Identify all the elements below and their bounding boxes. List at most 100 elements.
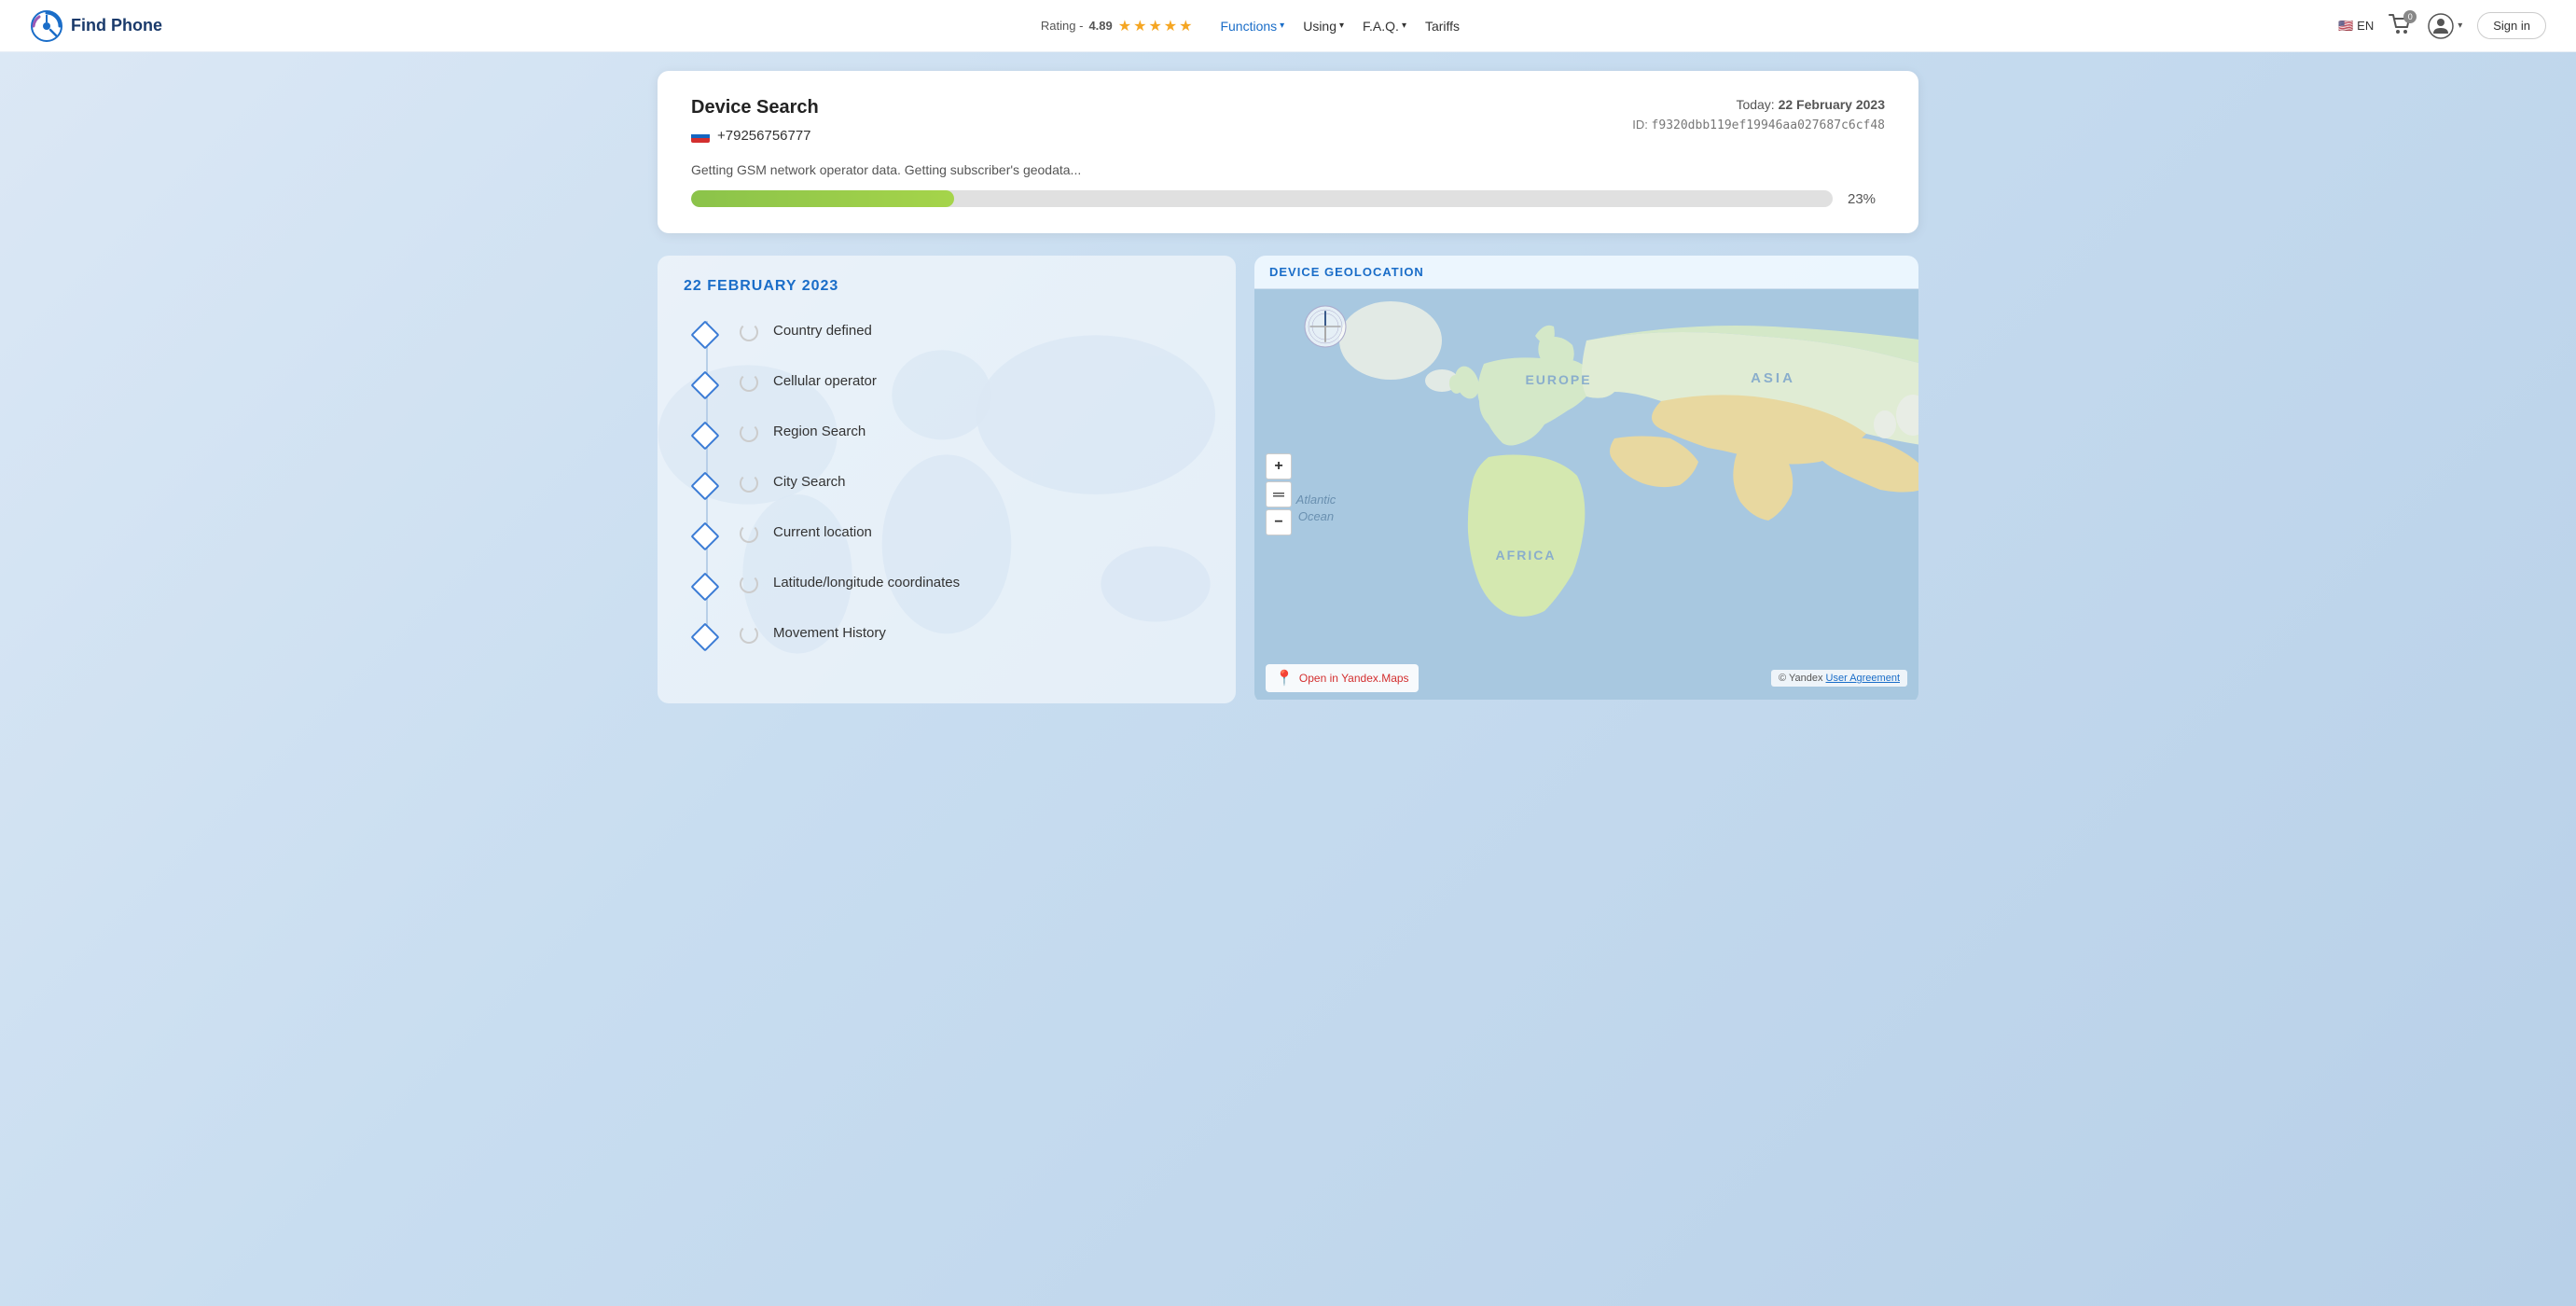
sign-in-button[interactable]: Sign in bbox=[2477, 12, 2546, 39]
copyright-text: © Yandex bbox=[1779, 673, 1822, 684]
map-svg: Atlantic Ocean EUROPE ASIA AFRICA bbox=[1254, 289, 1918, 700]
timeline-diamond-icon bbox=[690, 572, 719, 601]
svg-text:AFRICA: AFRICA bbox=[1496, 548, 1557, 563]
svg-text:Ocean: Ocean bbox=[1298, 509, 1334, 523]
phone-flag-icon bbox=[691, 130, 710, 143]
search-card: Device Search +79256756777 Today: 22 bbox=[658, 71, 1918, 233]
timeline-label: Current location bbox=[773, 522, 872, 540]
header-right: 🇺🇸 EN 0 ▾ Sign in bbox=[2338, 12, 2546, 39]
timeline-diamond-icon bbox=[690, 622, 719, 651]
account-arrow: ▾ bbox=[2458, 21, 2462, 31]
list-item: Region Search bbox=[740, 422, 1210, 442]
map-copyright: © Yandex User Agreement bbox=[1771, 670, 1907, 687]
map-controls: + − bbox=[1266, 453, 1292, 535]
rating-value: 4.89 bbox=[1088, 19, 1112, 33]
zoom-out-button[interactable]: − bbox=[1266, 509, 1292, 535]
timeline-diamond-icon bbox=[690, 471, 719, 500]
search-card-header: Device Search +79256756777 Today: 22 bbox=[691, 97, 1885, 144]
progress-bar-background bbox=[691, 190, 1833, 207]
main-header: Find Phone Rating - 4.89 ★★★★★ Functions… bbox=[0, 0, 2576, 52]
spinner-icon bbox=[740, 373, 758, 392]
list-item: Cellular operator bbox=[740, 371, 1210, 392]
spinner-icon bbox=[740, 524, 758, 543]
zoom-scale-button[interactable] bbox=[1266, 481, 1292, 507]
timeline-label: Region Search bbox=[773, 422, 866, 439]
timeline-diamond-icon bbox=[690, 421, 719, 450]
list-item: City Search bbox=[740, 472, 1210, 493]
spinner-icon bbox=[740, 323, 758, 341]
list-item: Country defined bbox=[740, 321, 1210, 341]
timeline-date-heading: 22 FEBRUARY 2023 bbox=[684, 278, 1210, 295]
stars: ★★★★★ bbox=[1118, 17, 1195, 35]
logo-text: Find Phone bbox=[71, 16, 162, 35]
timeline-diamond-icon bbox=[690, 320, 719, 349]
cart-badge: 0 bbox=[2403, 10, 2417, 23]
timeline-diamond-icon bbox=[690, 370, 719, 399]
phone-number: +79256756777 bbox=[717, 128, 811, 144]
nav-functions-label: Functions bbox=[1220, 19, 1277, 34]
open-yandex-maps-button[interactable]: 📍 Open in Yandex.Maps bbox=[1266, 664, 1419, 692]
search-card-right: Today: 22 February 2023 ID: f9320dbb119e… bbox=[1632, 97, 1885, 132]
account-button[interactable]: ▾ bbox=[2428, 13, 2462, 39]
bottom-section: 22 FEBRUARY 2023 Country defined Cellula… bbox=[658, 256, 1918, 703]
nav-faq-arrow: ▾ bbox=[1402, 21, 1406, 31]
nav-functions-arrow: ▾ bbox=[1280, 21, 1284, 31]
date-line: Today: 22 February 2023 bbox=[1632, 97, 1885, 112]
timeline-label: Movement History bbox=[773, 623, 886, 641]
svg-text:EUROPE: EUROPE bbox=[1525, 372, 1591, 387]
nav-functions[interactable]: Functions ▾ bbox=[1220, 19, 1284, 34]
rating-label: Rating - bbox=[1041, 19, 1084, 33]
flag-icon: 🇺🇸 bbox=[2338, 19, 2353, 34]
account-icon bbox=[2428, 13, 2454, 39]
nav-using[interactable]: Using ▾ bbox=[1303, 19, 1344, 34]
timeline-label: Cellular operator bbox=[773, 371, 877, 389]
search-card-left: Device Search +79256756777 bbox=[691, 97, 819, 144]
language-selector[interactable]: 🇺🇸 EN bbox=[2338, 19, 2374, 34]
logo[interactable]: Find Phone bbox=[30, 9, 162, 43]
spinner-icon bbox=[740, 474, 758, 493]
status-text: Getting GSM network operator data. Getti… bbox=[691, 162, 1885, 177]
main-content: Device Search +79256756777 Today: 22 bbox=[635, 52, 1941, 722]
nav-faq[interactable]: F.A.Q. ▾ bbox=[1363, 19, 1406, 34]
date-label: Today: bbox=[1736, 97, 1774, 112]
nav-faq-label: F.A.Q. bbox=[1363, 19, 1399, 34]
progress-bar-fill bbox=[691, 190, 954, 207]
yandex-pin-icon: 📍 bbox=[1275, 669, 1294, 688]
date-value: 22 February 2023 bbox=[1779, 97, 1885, 112]
svg-text:Atlantic: Atlantic bbox=[1295, 493, 1336, 507]
timeline-diamond-icon bbox=[690, 521, 719, 550]
rating-area: Rating - 4.89 ★★★★★ bbox=[1041, 17, 1195, 35]
timeline-label: Country defined bbox=[773, 321, 872, 339]
left-panel: 22 FEBRUARY 2023 Country defined Cellula… bbox=[658, 256, 1236, 703]
nav-using-label: Using bbox=[1303, 19, 1336, 34]
id-value: f9320dbb119ef19946aa027687c6cf48 bbox=[1652, 118, 1885, 132]
phone-row: +79256756777 bbox=[691, 128, 819, 144]
map-compass bbox=[1303, 304, 1348, 349]
spinner-icon bbox=[740, 424, 758, 442]
nav-using-arrow: ▾ bbox=[1339, 21, 1344, 31]
lang-label: EN bbox=[2357, 19, 2374, 33]
progress-percent: 23% bbox=[1848, 191, 1885, 207]
list-item: Current location bbox=[740, 522, 1210, 543]
nav-tariffs-label: Tariffs bbox=[1425, 19, 1460, 34]
timeline-label: Latitude/longitude coordinates bbox=[773, 573, 960, 590]
user-agreement-link[interactable]: User Agreement bbox=[1826, 673, 1900, 684]
search-card-title: Device Search bbox=[691, 97, 819, 118]
header-center: Rating - 4.89 ★★★★★ Functions ▾ Using ▾ … bbox=[162, 17, 2338, 35]
map-heading: DEVICE GEOLOCATION bbox=[1254, 256, 1918, 289]
id-line: ID: f9320dbb119ef19946aa027687c6cf48 bbox=[1632, 118, 1885, 132]
main-nav: Functions ▾ Using ▾ F.A.Q. ▾ Tariffs bbox=[1220, 19, 1460, 34]
timeline-label: City Search bbox=[773, 472, 846, 490]
cart-button[interactable]: 0 bbox=[2389, 14, 2413, 37]
zoom-in-button[interactable]: + bbox=[1266, 453, 1292, 479]
list-item: Latitude/longitude coordinates bbox=[740, 573, 1210, 593]
spinner-icon bbox=[740, 575, 758, 593]
map-container: Atlantic Ocean EUROPE ASIA AFRICA bbox=[1254, 289, 1918, 700]
nav-tariffs[interactable]: Tariffs bbox=[1425, 19, 1460, 34]
svg-text:ASIA: ASIA bbox=[1751, 370, 1795, 386]
open-yandex-label: Open in Yandex.Maps bbox=[1299, 672, 1409, 685]
progress-row: 23% bbox=[691, 190, 1885, 207]
timeline: Country defined Cellular operator Region… bbox=[684, 321, 1210, 644]
spinner-icon bbox=[740, 625, 758, 644]
logo-icon bbox=[30, 9, 63, 43]
